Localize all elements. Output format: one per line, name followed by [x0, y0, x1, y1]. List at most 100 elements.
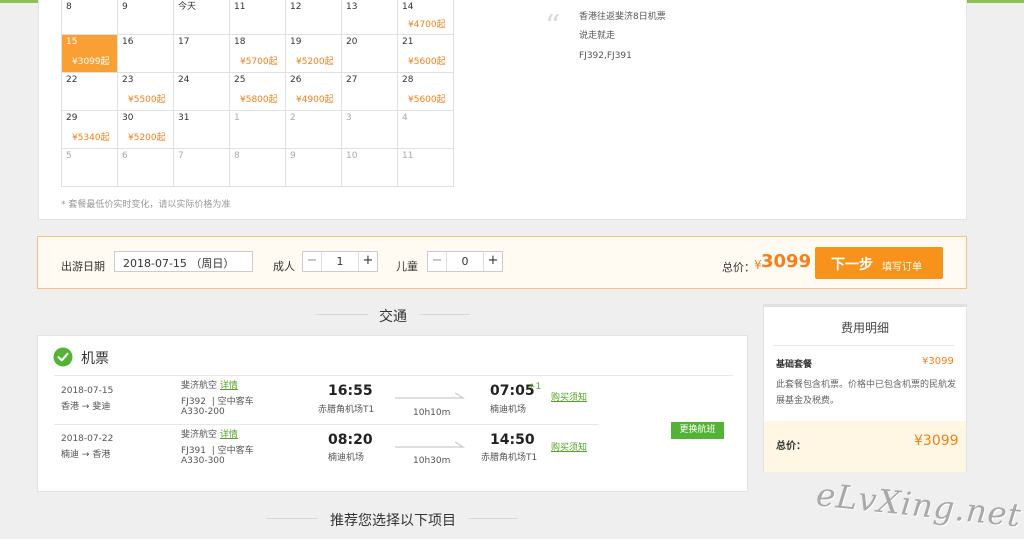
calendar-note: * 套餐最低价实时变化，请以实际价格为准 — [61, 200, 231, 210]
calendar-card: 8 9 今天 11 12 13 14 ¥4700起 15 ¥3099起 16 17 18 ¥5700起 19… — [38, 0, 967, 220]
calendar-day-price: ¥5700起 — [240, 56, 278, 67]
calendar-day-number: 23 — [122, 74, 134, 85]
calendar-day-cell: 9 — [285, 147, 342, 187]
child-minus-button[interactable]: − — [428, 252, 447, 271]
calendar-day-cell: 2 — [285, 109, 342, 149]
calendar-day-price: ¥5200起 — [128, 132, 166, 143]
adult-plus-button[interactable]: + — [358, 252, 377, 271]
calendar-day-cell[interactable]: 20 — [341, 33, 398, 73]
calendar-day-cell[interactable]: 16 — [117, 33, 174, 73]
calendar-day-number: 8 — [234, 150, 240, 161]
calendar-day-cell[interactable]: 29 ¥5340起 — [61, 109, 118, 149]
basic-package-label: 基础套餐 — [776, 360, 813, 370]
calendar-day-cell[interactable]: 17 — [173, 33, 230, 73]
calendar-day-number: 8 — [66, 2, 72, 12]
flight-duration: 10h30m — [413, 456, 451, 466]
calendar-day-number: 19 — [290, 36, 302, 47]
calendar-day-cell[interactable]: 13 — [341, 0, 398, 35]
calendar-day-price: ¥5600起 — [408, 56, 446, 67]
calendar-day-cell[interactable]: 31 — [173, 109, 230, 149]
calendar-day-number: 6 — [122, 150, 128, 161]
arrival-time: 14:50 — [490, 432, 535, 448]
calendar-day-cell[interactable]: 9 — [117, 0, 174, 35]
flight-detail-link[interactable]: 详情 — [220, 430, 238, 440]
calendar-day-price: ¥4900起 — [296, 94, 334, 105]
child-stepper: − 0 + — [427, 251, 503, 272]
child-count[interactable]: 0 — [447, 252, 483, 271]
next-step-label: 下一步 — [831, 257, 873, 273]
fee-total-price: ¥3099 — [914, 433, 959, 449]
calendar-day-cell[interactable]: 21 ¥5600起 — [397, 33, 454, 73]
calendar-day-number: 1 — [234, 112, 240, 123]
calendar-day-cell: 4 — [397, 109, 454, 149]
calendar-day-cell[interactable]: 25 ¥5800起 — [229, 71, 286, 111]
flight-duration: 10h10m — [413, 408, 451, 418]
calendar-day-cell[interactable]: 24 — [173, 71, 230, 111]
fee-title: 费用明细 — [840, 321, 889, 335]
calendar-week-row: 29 ¥5340起 30 ¥5200起 31 1 2 3 4 — [61, 109, 454, 149]
product-flights: FJ392,FJ391 — [579, 51, 632, 61]
flight-route: 楠迪 → 香港 — [61, 450, 111, 460]
divider — [468, 518, 518, 519]
calendar-day-number: 16 — [122, 36, 134, 47]
calendar-day-cell: 6 — [117, 147, 174, 187]
calendar-day-number: 12 — [290, 2, 302, 12]
departure-airport: 楠迪机场 — [328, 453, 365, 463]
child-plus-button[interactable]: + — [483, 252, 502, 271]
calendar-day-cell[interactable]: 14 ¥4700起 — [397, 0, 454, 35]
quote-icon: “ — [545, 9, 561, 44]
calendar-day-number: 2 — [290, 112, 296, 123]
calendar-day-cell[interactable]: 11 — [229, 0, 286, 35]
calendar-day-cell[interactable]: 27 — [341, 71, 398, 111]
calendar-day-cell[interactable]: 30 ¥5200起 — [117, 109, 174, 149]
calendar-day-cell: 3 — [341, 109, 398, 149]
flight-date: 2018-07-15 — [61, 386, 114, 396]
product-title: 香港往返斐济8日机票 — [579, 12, 666, 22]
calendar-day-price: ¥4700起 — [408, 20, 446, 30]
order-bar: 出游日期 2018-07-15 （周日） 成人 − 1 + 儿童 − 0 + 总… — [37, 236, 967, 289]
transport-section-title: 交通 — [379, 309, 407, 325]
calendar-day-number: 27 — [346, 74, 358, 85]
divider — [420, 314, 470, 315]
airline-name: 斐济航空 详情 — [181, 381, 238, 391]
calendar-day-cell[interactable]: 18 ¥5700起 — [229, 33, 286, 73]
flight-date: 2018-07-22 — [61, 434, 114, 444]
purchase-notice-link[interactable]: 购买须知 — [551, 443, 587, 454]
calendar-day-number: 28 — [402, 74, 414, 85]
next-step-button[interactable]: 下一步 填写订单 — [815, 247, 943, 279]
calendar-day-cell[interactable]: 8 — [61, 0, 118, 35]
calendar-week-row: 22 23 ¥5500起 24 25 ¥5800起 26 ¥4900起 27 28 ¥5600起 — [61, 71, 454, 111]
calendar-day-number: 9 — [290, 150, 296, 161]
change-flight-button[interactable]: 更换航班 — [671, 422, 724, 439]
calendar-day-cell[interactable]: 15 ¥3099起 — [61, 33, 118, 73]
divider — [54, 375, 733, 376]
flight-arrow-icon — [395, 441, 465, 448]
calendar-day-cell[interactable]: 22 — [61, 71, 118, 111]
calendar-day-cell[interactable]: 26 ¥4900起 — [285, 71, 342, 111]
adult-minus-button[interactable]: − — [303, 252, 322, 271]
calendar-day-number: 21 — [402, 36, 414, 47]
calendar-day-number: 14 — [402, 2, 414, 12]
adult-count[interactable]: 1 — [322, 252, 358, 271]
fee-detail-panel: 费用明细 基础套餐 ¥3099 此套餐包含机票。价格中已包含机票的民航发展基金及… — [763, 304, 967, 472]
divider — [316, 314, 368, 315]
calendar-day-number: 7 — [178, 150, 184, 161]
purchase-notice-link[interactable]: 购买须知 — [551, 393, 587, 404]
calendar-day-number: 11 — [234, 2, 246, 12]
calendar-day-cell[interactable]: 28 ¥5600起 — [397, 71, 454, 111]
flight-detail-link[interactable]: 详情 — [220, 381, 238, 391]
date-picker[interactable]: 2018-07-15 （周日） — [114, 251, 253, 272]
next-day-badge: +1 — [528, 382, 542, 392]
calendar-day-cell[interactable]: 12 — [285, 0, 342, 35]
calendar-day-cell[interactable]: 19 ¥5200起 — [285, 33, 342, 73]
calendar-day-cell: 7 — [173, 147, 230, 187]
calendar-day-cell[interactable]: 今天 — [173, 0, 230, 35]
calendar-day-price: ¥5500起 — [128, 94, 166, 105]
calendar-day-number: 22 — [66, 74, 78, 85]
calendar-day-number: 18 — [234, 36, 246, 47]
calendar-day-price: ¥5200起 — [296, 56, 334, 67]
calendar-day-number: 9 — [122, 2, 128, 12]
calendar-day-number: 17 — [178, 36, 190, 47]
calendar-day-cell[interactable]: 23 ¥5500起 — [117, 71, 174, 111]
calendar-day-number: 5 — [66, 150, 72, 161]
